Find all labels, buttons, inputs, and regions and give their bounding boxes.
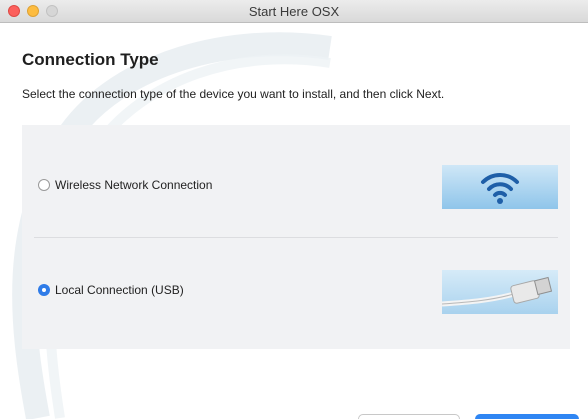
usb-cable-icon xyxy=(442,270,558,314)
usb-option-label: Local Connection (USB) xyxy=(55,283,184,297)
installer-window: Start Here OSX Connection Type Select th… xyxy=(0,0,588,419)
back-button[interactable] xyxy=(358,414,460,419)
usb-connection-option[interactable]: Local Connection (USB) xyxy=(38,280,184,300)
wifi-icon xyxy=(442,165,558,209)
title-bar[interactable]: Start Here OSX xyxy=(0,0,588,23)
usb-radio-button[interactable] xyxy=(38,284,50,296)
wireless-radio-button[interactable] xyxy=(38,179,50,191)
window-title: Start Here OSX xyxy=(248,4,340,19)
wireless-option-label: Wireless Network Connection xyxy=(55,178,213,192)
instruction-text: Select the connection type of the device… xyxy=(22,87,445,101)
connection-options-panel: Wireless Network Connection Local Connec… xyxy=(22,125,570,349)
main-content: Connection Type Select the connection ty… xyxy=(0,23,588,419)
wireless-connection-option[interactable]: Wireless Network Connection xyxy=(38,175,212,195)
next-button[interactable] xyxy=(475,414,579,419)
page-title: Connection Type xyxy=(22,50,159,69)
options-divider xyxy=(34,237,558,238)
